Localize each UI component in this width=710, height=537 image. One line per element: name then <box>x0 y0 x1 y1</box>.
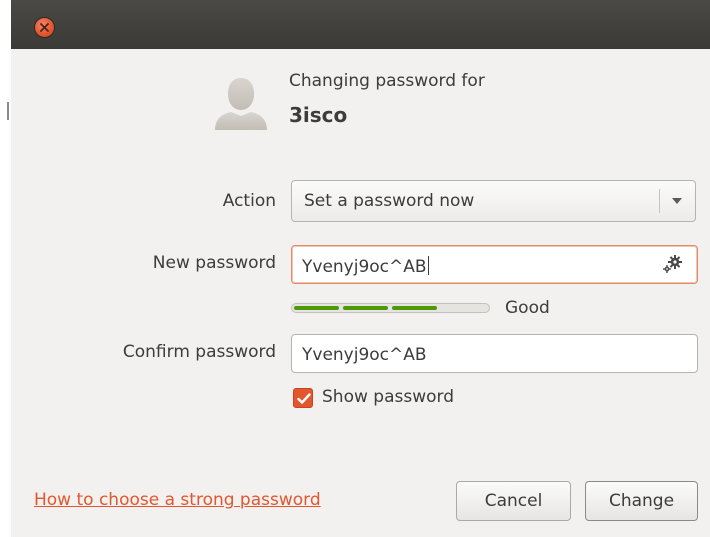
change-password-dialog <box>11 49 710 537</box>
strong-password-help-link[interactable]: How to choose a strong password <box>34 490 321 510</box>
password-strength-fill <box>294 306 437 310</box>
strength-segment <box>343 306 388 310</box>
username-label: 3isco <box>289 103 348 127</box>
action-label: Action <box>222 191 276 211</box>
action-dropdown[interactable]: Set a password now <box>291 180 696 222</box>
text-cursor <box>427 256 429 275</box>
user-avatar-icon <box>213 76 269 132</box>
close-icon[interactable] <box>35 18 54 37</box>
change-button[interactable]: Change <box>585 481 698 521</box>
dropdown-separator <box>659 189 660 213</box>
gear-icon[interactable] <box>661 254 683 279</box>
password-strength-label: Good <box>505 298 550 318</box>
new-password-label: New password <box>152 253 276 273</box>
confirm-password-value: Yvenyj9oc^AB <box>302 345 427 365</box>
confirm-password-field[interactable]: Yvenyj9oc^AB <box>291 334 698 373</box>
new-password-value: Yvenyj9oc^AB <box>302 256 429 277</box>
password-strength-bar <box>291 303 490 313</box>
action-dropdown-value: Set a password now <box>304 191 475 211</box>
title-bar[interactable] <box>11 0 710 49</box>
strength-segment <box>392 306 437 310</box>
show-password-checkbox[interactable] <box>293 388 313 408</box>
show-password-label[interactable]: Show password <box>322 387 454 407</box>
window-left-edge <box>0 0 11 537</box>
new-password-field[interactable]: Yvenyj9oc^AB <box>291 245 698 284</box>
edge-mark <box>7 102 9 120</box>
chevron-down-icon[interactable] <box>672 198 682 204</box>
changing-password-label: Changing password for <box>289 71 485 91</box>
strength-segment <box>294 306 339 310</box>
confirm-password-label: Confirm password <box>122 342 276 362</box>
cancel-button[interactable]: Cancel <box>456 481 571 521</box>
